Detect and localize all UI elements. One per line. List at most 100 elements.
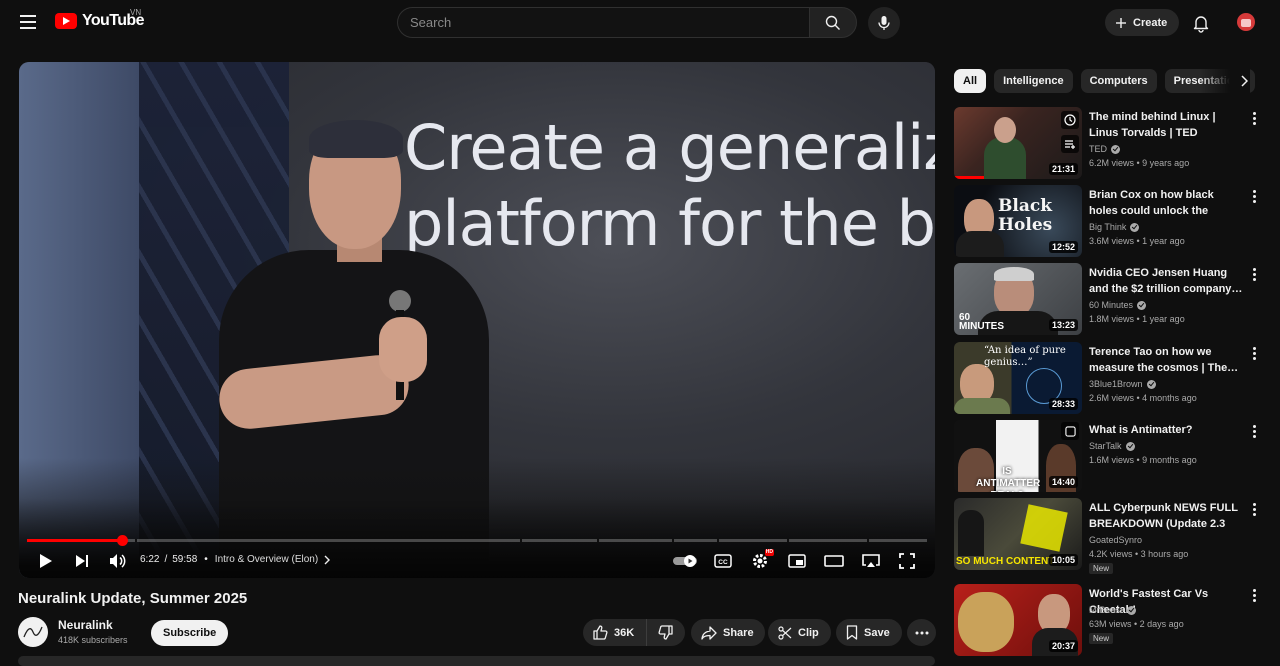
verified-icon [1125,441,1135,451]
youtube-logo[interactable]: YouTube VN [55,8,144,30]
notifications-button[interactable] [1190,12,1212,34]
bookmark-icon [846,625,858,640]
like-button[interactable]: 36K [583,619,647,646]
chapter-marker [135,539,137,542]
chip-computers[interactable]: Computers [1080,69,1157,93]
chapter-title[interactable]: Intro & Overview (Elon) [215,554,318,565]
create-button[interactable]: Create [1105,9,1180,36]
fullscreen-button[interactable] [895,549,919,573]
video-title[interactable]: Brian Cox on how black holes could unloc… [1089,187,1244,219]
bell-icon [1193,16,1209,33]
share-label: Share [723,626,754,639]
channel-name[interactable]: GoatedSynro [1089,535,1142,545]
channel-name[interactable]: Big Think [1089,222,1140,232]
subscribe-button[interactable]: Subscribe [151,620,229,646]
like-dislike-group: 36K [583,619,685,646]
chips-next-button[interactable] [1233,70,1255,92]
recommendation-item[interactable]: 20:37 World's Fastest Car Vs Cheetah! Mr… [954,584,1264,656]
menu-icon[interactable] [16,10,40,34]
recommendation-item[interactable]: SO MUCH CONTENT 10:05 ALL Cyberpunk NEWS… [954,498,1264,574]
autoplay-toggle[interactable] [671,549,699,573]
share-button[interactable]: Share [691,619,765,646]
video-title[interactable]: ALL Cyberpunk NEWS FULL BREAKDOWN (Updat… [1089,500,1244,532]
more-vertical-icon[interactable] [1248,501,1260,517]
video-title[interactable]: The mind behind Linux | Linus Torvalds |… [1089,109,1244,141]
more-vertical-icon[interactable] [1248,110,1260,126]
channel-avatar[interactable] [18,617,48,647]
video-meta: 2.6M views • 4 months ago [1089,393,1197,403]
channel-name[interactable]: MrBeast [1089,605,1136,615]
voice-search-button[interactable] [868,7,900,39]
search-box [397,7,857,38]
watched-progress [954,176,984,179]
video-duration: 13:23 [1048,319,1078,331]
channel-name[interactable]: TED [1089,144,1120,154]
video-duration: 10:05 [1048,554,1078,566]
next-button[interactable] [71,549,93,573]
video-title[interactable]: What is Antimatter? [1089,422,1244,438]
recommendation-item[interactable]: 21:31 The mind behind Linux | Linus Torv… [954,107,1264,179]
thumb-text: 60 MINUTES [959,312,1004,332]
recommendation-item[interactable]: “An idea of pure genius…” 28:33 Terence … [954,342,1264,414]
cast-button[interactable] [859,549,883,573]
more-vertical-icon[interactable] [1248,188,1260,204]
chip-intelligence[interactable]: Intelligence [994,69,1073,93]
recommendation-item[interactable]: IS ANTIMATTER REAL? 14:40 What is Antima… [954,420,1264,492]
thumb-cheetah [958,592,1014,652]
channel-name[interactable]: Neuralink [58,618,113,632]
thumb-figure [956,231,1004,257]
channel-name[interactable]: 3Blue1Brown [1089,379,1156,389]
search-input[interactable] [397,7,809,38]
volume-button[interactable] [106,549,130,573]
clip-label: Clip [798,626,819,639]
thumb-text: “An idea of pure genius…” [984,345,1066,368]
thumbs-down-icon [657,625,673,640]
recommendation-item[interactable]: Black Holes 12:52 Brian Cox on how black… [954,185,1264,257]
channel-name[interactable]: StarTalk [1089,441,1135,451]
thumb-figure [954,398,1010,414]
video-meta: 1.6M views • 9 months ago [1089,455,1197,465]
autoplay-toggle-icon [673,555,697,567]
captions-button[interactable]: CC [711,549,735,573]
more-actions-button[interactable] [907,619,936,646]
video-thumbnail: “An idea of pure genius…” 28:33 [954,342,1082,414]
video-meta: 3.6M views • 1 year ago [1089,236,1185,246]
theater-mode-button[interactable] [822,549,846,573]
more-vertical-icon[interactable] [1248,345,1260,361]
video-thumbnail: IS ANTIMATTER REAL? 14:40 [954,420,1082,492]
video-title[interactable]: Nvidia CEO Jensen Huang and the $2 trill… [1089,265,1244,297]
plus-icon [1116,17,1126,28]
save-button[interactable]: Save [836,619,902,646]
channel-label: Big Think [1089,222,1127,232]
more-vertical-icon[interactable] [1248,266,1260,282]
microphone-icon [878,16,890,30]
add-to-queue-icon[interactable] [1061,135,1079,153]
settings-button[interactable]: HD [748,549,774,573]
more-vertical-icon[interactable] [1248,587,1260,603]
clip-button[interactable]: Clip [768,619,831,646]
progress-bar[interactable] [27,535,927,546]
play-button[interactable] [35,549,57,573]
more-vertical-icon[interactable] [1248,423,1260,439]
chip-all[interactable]: All [954,69,987,93]
recommendation-item[interactable]: 60 MINUTES 13:23 Nvidia CEO Jensen Huang… [954,263,1264,335]
channel-label: TED [1089,144,1107,154]
video-duration: 20:37 [1048,640,1078,652]
channel-name[interactable]: 60 Minutes [1089,300,1147,310]
dislike-button[interactable] [647,619,683,646]
video-meta: 4.2K views • 3 hours ago [1089,549,1189,559]
watch-later-icon[interactable] [1061,111,1079,129]
video-title[interactable]: Terence Tao on how we measure the cosmos… [1089,344,1244,376]
scrubber-handle[interactable] [117,535,128,546]
search-button[interactable] [809,7,857,38]
time-separator: / [164,554,168,565]
video-player[interactable]: Create a generalized platform for the br… [19,62,935,578]
account-avatar[interactable] [1237,13,1255,31]
video-duration: 14:40 [1048,476,1078,488]
video-duration: 28:33 [1048,398,1078,410]
chapter-marker [787,539,789,542]
miniplayer-button[interactable] [785,549,809,573]
watch-later-icon[interactable] [1061,422,1079,440]
video-thumbnail: 21:31 [954,107,1082,179]
description-box[interactable] [18,656,935,666]
